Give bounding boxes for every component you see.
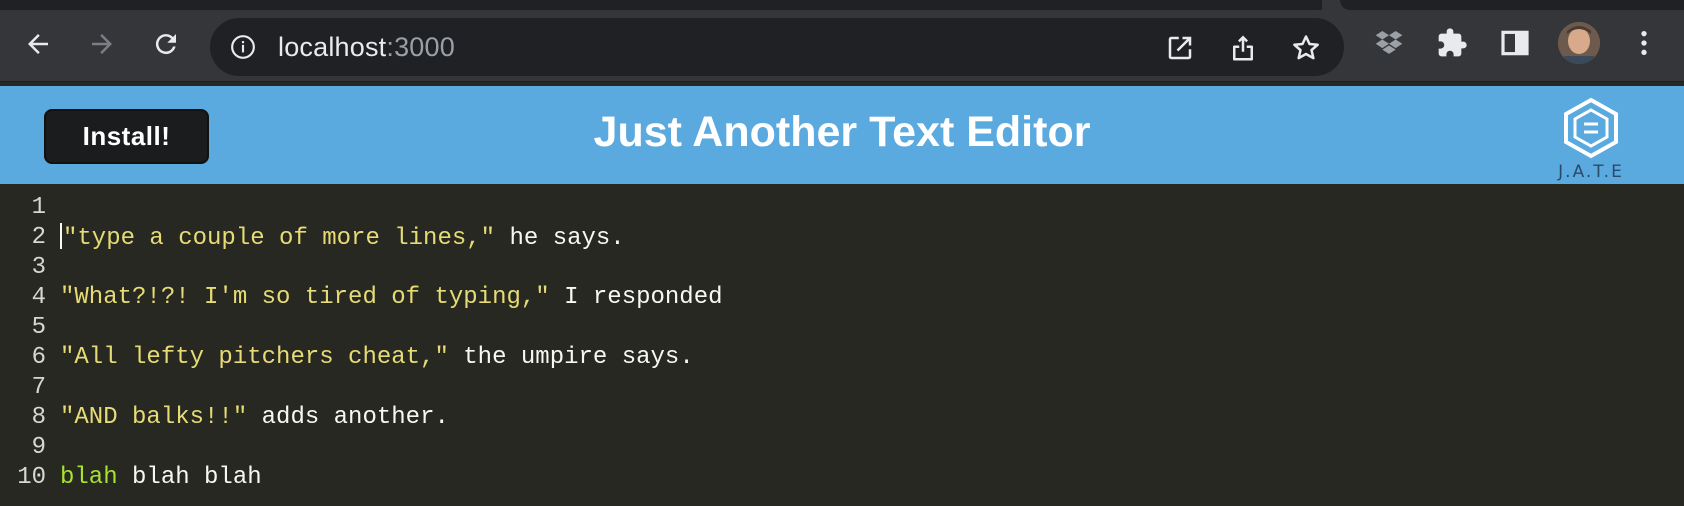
line-number: 9 [31,434,46,461]
bookmark-star-icon[interactable] [1291,33,1321,63]
editor-line[interactable]: 1 [0,193,1684,223]
line-number: 8 [31,404,46,431]
keyword-token: blah [60,464,118,491]
extensions-puzzle-icon[interactable] [1436,27,1468,59]
back-arrow-icon [28,34,48,54]
line-number: 4 [31,284,46,311]
url-text[interactable]: localhost:3000 [278,32,455,63]
line-number: 7 [31,374,46,401]
logo-text: J.A.T.E [1558,162,1624,182]
line-number: 3 [31,254,46,281]
reload-button[interactable] [148,26,184,62]
tab-strip [0,0,1684,10]
forward-button[interactable] [84,26,120,62]
app-title: Just Another Text Editor [593,108,1091,156]
text-cursor [60,223,62,249]
editor-line[interactable]: 4 "What?!?! I'm so tired of typing," I re… [0,283,1684,313]
string-token: "AND balks!!" [60,404,248,431]
text-token: the umpire says. [448,344,694,371]
more-menu-icon[interactable] [1628,27,1660,59]
forward-arrow-icon [92,34,112,54]
app-header: Install! Just Another Text Editor J.A.T.… [0,86,1684,184]
open-in-app-icon[interactable] [1165,33,1195,63]
profile-avatar[interactable] [1558,22,1600,64]
string-token: "All lefty pitchers cheat," [60,344,449,371]
code-editor[interactable]: 1 2 "type a couple of more lines," he says… [0,184,1684,506]
text-token: I responded [549,284,723,311]
editor-line[interactable]: 9 [0,433,1684,463]
profile-photo-icon [1558,22,1600,64]
tab-strip-right [1340,0,1684,10]
line-content[interactable]: "AND balks!!" adds another. [60,403,449,433]
dropbox-icon[interactable] [1373,27,1405,59]
back-button[interactable] [20,26,56,62]
side-panel-icon[interactable] [1499,27,1531,59]
share-icon[interactable] [1228,33,1258,63]
line-content[interactable]: "What?!?! I'm so tired of typing," I res… [60,283,723,313]
editor-line[interactable]: 6 "All lefty pitchers cheat," the umpire … [0,343,1684,373]
jate-logo: J.A.T.E [1546,96,1636,182]
jate-logo-icon [1564,97,1618,159]
editor-line[interactable]: 2 "type a couple of more lines," he says. [0,223,1684,253]
editor-line[interactable]: 8 "AND balks!!" adds another. [0,403,1684,433]
editor-line[interactable]: 7 [0,373,1684,403]
line-content[interactable]: "type a couple of more lines," he says. [60,223,625,254]
tab-strip-left [0,0,1322,10]
line-number: 1 [31,194,46,221]
string-token: "type a couple of more lines," [63,225,496,252]
line-number: 5 [31,314,46,341]
url-port: :3000 [386,32,455,62]
address-bar[interactable]: localhost:3000 [210,18,1344,76]
browser-toolbar: localhost:3000 [0,0,1684,82]
editor-line[interactable]: 5 [0,313,1684,343]
text-token: blah blah [117,464,262,491]
reload-icon [155,34,176,55]
line-number: 6 [31,344,46,371]
line-number: 2 [31,224,46,251]
editor-line[interactable]: 10 blah blah blah [0,463,1684,493]
editor-line[interactable]: 3 [0,253,1684,283]
string-token: "What?!?! I'm so tired of typing," [60,284,550,311]
url-host: localhost [278,32,387,62]
text-token: adds another. [247,404,449,431]
line-number: 10 [17,464,46,491]
site-info-icon[interactable] [230,34,256,60]
line-content[interactable]: blah blah blah [60,463,262,493]
line-content[interactable]: "All lefty pitchers cheat," the umpire s… [60,343,694,373]
text-token: he says. [495,225,625,252]
